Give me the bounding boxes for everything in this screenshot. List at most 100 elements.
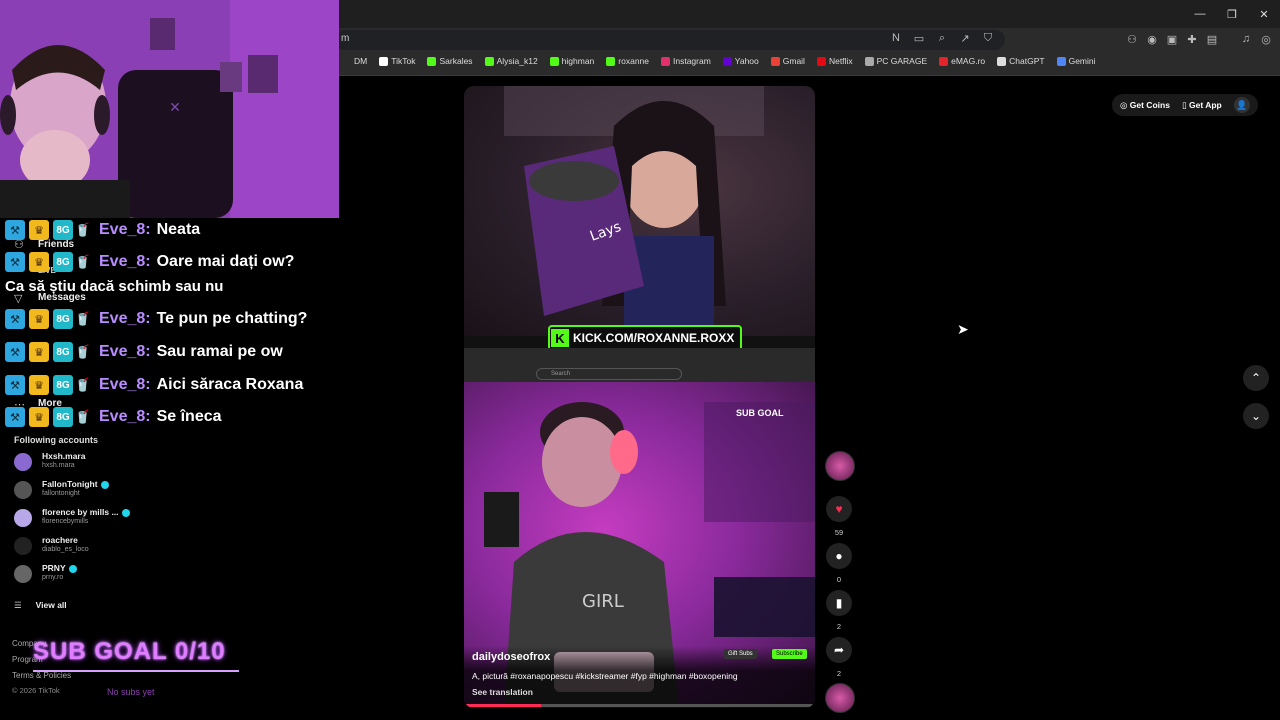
extensions-icon[interactable]: ✚ [1185,33,1199,46]
bookmark-favicon-icon [549,56,559,66]
bookmark-favicon-icon [606,56,616,66]
like-button[interactable]: ♥ [826,496,852,522]
chat-text: Aici săraca Roxana [156,376,304,393]
following-account[interactable]: Hxsh.mara hxsh.mara [14,451,214,475]
chat-username: Eve_8: [99,310,151,327]
bookmark-label: DM [354,56,368,66]
share-button[interactable]: ➦ [826,637,852,663]
bookmark-item[interactable]: roxanne [606,56,649,66]
chat-username: Eve_8: [99,221,151,238]
audio-icon[interactable]: ◉ [1145,33,1159,46]
url-text: m [341,33,350,44]
chat-continuation: Ca să știu dacă schimb sau nu [5,278,224,295]
following-account[interactable]: FallonTonight fallontonight [14,479,214,503]
sub-goal-caption: No subs yet [107,687,155,697]
axe-badge-icon: ⚒ [5,220,25,240]
account-name-text: PRNY [42,563,66,573]
headphones [610,430,638,474]
crown-badge-icon: ♛ [29,342,49,362]
following-account[interactable]: PRNY prny.ro [14,563,214,587]
bookmark-item[interactable]: Gemini [1056,56,1096,66]
screenshot-icon[interactable]: ▣ [1165,33,1179,46]
bookmark-button[interactable]: ▮ [826,590,852,616]
crown-badge-icon: ♛ [29,220,49,240]
inner-search-field: Search [536,368,682,380]
bookmark-item[interactable]: Alysia_k12 [484,56,538,66]
url-field[interactable]: m N ▭ ⌕ ↗ ⛉ [335,30,1005,50]
creator-avatar[interactable] [825,451,855,481]
chevron-down-icon: ⌄ [1250,409,1262,423]
see-translation-link[interactable]: See translation [472,687,533,697]
phone-icon: ▯ [1181,99,1189,110]
no-tracking-icon[interactable]: N [889,32,903,45]
get-app-label: Get App [1188,99,1222,110]
comment-icon: ● [835,549,843,563]
chat-username: Eve_8: [99,253,151,270]
view-all-label: View all [35,600,67,610]
bookmark-label: Gmail [782,56,805,66]
comment-count: 0 [836,575,842,584]
following-title: Following accounts [14,435,99,445]
chat-username: Eve_8: [99,408,151,425]
bookmark-icon: ▮ [835,596,843,610]
video-player[interactable]: Lays K KICK.COM/ROXANNE.ROXX Search GIRL… [464,86,815,708]
bookmark-item[interactable]: DM [342,56,367,66]
bookmark-label: ChatGPT [1009,56,1045,66]
wallet-icon[interactable]: ◎ [1259,33,1273,46]
video-top-scene: Lays [504,86,764,336]
get-coins-label: Get Coins [1129,99,1170,110]
account-handle: hxsh.mara [42,462,75,469]
8g-badge-icon: 8G [53,407,73,427]
bookmark-item[interactable]: Instagram [661,56,711,66]
drink-badge-icon: 🥤 [74,222,92,237]
8g-badge-icon: 8G [53,375,73,395]
bookmark-favicon-icon [770,56,780,66]
following-account[interactable]: florence by mills ... florencebymills [14,507,214,531]
account-handle: prny.ro [42,574,64,581]
bookmark-item[interactable]: Yahoo [722,56,759,66]
get-coins-button[interactable]: ◎ Get Coins [1120,100,1170,111]
music-icon[interactable]: ♫ [1239,33,1253,46]
shield-icon[interactable]: ⛉ [981,32,995,45]
bookmark-item[interactable]: PC GARAGE [864,56,927,66]
video-progress-bar[interactable] [464,704,815,707]
next-video-button[interactable]: ⌄ [1243,403,1269,429]
bookmark-item[interactable]: ChatGPT [997,56,1045,66]
bookmark-item[interactable]: highman [549,56,594,66]
heart-icon: ♥ [835,502,843,516]
chat-text: Neata [156,221,201,238]
restore-icon[interactable]: ❐ [1216,0,1248,28]
zoom-icon[interactable]: ⌕ [935,32,949,45]
sound-avatar[interactable] [825,683,855,713]
bookmark-item[interactable]: TikTok [379,56,415,66]
minimize-icon[interactable]: — [1184,0,1216,28]
get-app-button[interactable]: ▯ Get App [1182,100,1222,111]
bookmark-item[interactable]: Gmail [770,56,805,66]
sub-goal-overlay: SUB GOAL 0/10 [33,638,226,665]
video-author[interactable]: dailydoseofrox [472,651,550,663]
coin-icon: ◎ [1120,99,1130,110]
following-account[interactable]: roachere diablo_es_loco [14,535,214,559]
view-all-link[interactable]: ☰ View all [14,600,67,611]
share-icon[interactable]: ↗ [958,32,972,45]
comment-button[interactable]: ● [826,543,852,569]
bookmark-item[interactable]: Sarkales [427,56,473,66]
bookmark-label: eMAG.ro [951,56,986,66]
chat-text: Te pun pe chatting? [156,310,308,327]
close-icon[interactable]: ✕ [1248,0,1280,28]
sidebar-icon[interactable]: ▤ [1205,33,1219,46]
chat-message: ⚒ ♛ 8G 🥤 Eve_8: Oare mai dați ow? [5,250,294,274]
bookmark-favicon-icon [816,56,826,66]
account-name-text: roachere [42,535,78,545]
bookmark-favicon-icon [342,56,351,66]
previous-video-button[interactable]: ⌃ [1243,365,1269,391]
share-count: 2 [836,669,842,678]
footer-terms[interactable]: Terms & Policies [12,671,71,680]
cast-icon[interactable]: ▭ [912,32,926,45]
bookmark-item[interactable]: Netflix [816,56,853,66]
footer-copyright: © 2026 TikTok [12,686,60,695]
bookmark-item[interactable]: eMAG.ro [939,56,985,66]
drink-badge-icon: 🥤 [74,377,92,392]
vpn-icon[interactable]: ⚇ [1125,33,1139,46]
profile-icon[interactable]: 👤 [1233,97,1250,113]
